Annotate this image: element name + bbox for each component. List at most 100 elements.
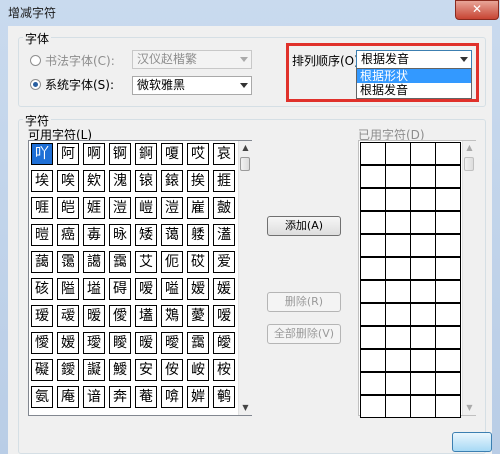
char-cell[interactable]: 峖: [187, 359, 209, 381]
system-font-select[interactable]: 微软雅黑: [132, 76, 252, 95]
char-cell[interactable]: 阿: [57, 143, 79, 165]
scroll-thumb[interactable]: [464, 157, 474, 171]
used-char-cell[interactable]: [410, 280, 436, 303]
used-char-cell[interactable]: [360, 303, 386, 326]
used-char-cell[interactable]: [410, 349, 436, 372]
char-cell[interactable]: 嗌: [161, 278, 183, 300]
char-cell[interactable]: 娾: [83, 197, 105, 219]
char-cell[interactable]: 隘: [57, 278, 79, 300]
add-button[interactable]: 添加(A): [267, 216, 341, 236]
used-chars-grid[interactable]: ▲ ▼: [358, 140, 476, 418]
scroll-down-icon[interactable]: ▼: [463, 401, 476, 415]
char-cell[interactable]: 哀: [213, 143, 235, 165]
char-cell[interactable]: 璦: [83, 332, 105, 354]
char-cell[interactable]: 霭: [57, 251, 79, 273]
used-char-cell[interactable]: [360, 395, 386, 418]
scroll-up-icon[interactable]: ▲: [463, 141, 476, 155]
char-cell[interactable]: 桉: [213, 359, 235, 381]
char-cell[interactable]: 暟: [31, 224, 53, 246]
char-cell[interactable]: 安: [135, 359, 157, 381]
used-char-cell[interactable]: [410, 372, 436, 395]
char-cell[interactable]: 矮: [135, 224, 157, 246]
ok-button[interactable]: [452, 432, 492, 452]
char-cell[interactable]: 谙: [83, 386, 105, 408]
used-char-cell[interactable]: [435, 280, 461, 303]
char-cell[interactable]: 譺: [83, 359, 105, 381]
used-char-cell[interactable]: [410, 188, 436, 211]
used-char-cell[interactable]: [360, 372, 386, 395]
char-cell[interactable]: 庵: [57, 386, 79, 408]
used-char-cell[interactable]: [360, 165, 386, 188]
char-cell[interactable]: 嗳: [135, 278, 157, 300]
char-cell[interactable]: 皑: [57, 197, 79, 219]
char-cell[interactable]: 嫒: [187, 278, 209, 300]
char-cell[interactable]: 癌: [57, 224, 79, 246]
used-char-cell[interactable]: [385, 395, 411, 418]
char-cell[interactable]: 啊: [83, 143, 105, 165]
char-cell[interactable]: 菴: [135, 386, 157, 408]
used-char-cell[interactable]: [435, 188, 461, 211]
used-char-cell[interactable]: [410, 303, 436, 326]
used-char-cell[interactable]: [435, 395, 461, 418]
calligraphy-font-select[interactable]: 汉仪赵楷繁: [132, 50, 252, 69]
used-char-cell[interactable]: [385, 211, 411, 234]
char-cell[interactable]: 壒: [135, 305, 157, 327]
char-cell[interactable]: 唉: [57, 170, 79, 192]
char-cell[interactable]: 鱫: [109, 359, 131, 381]
char-cell[interactable]: 啽: [161, 386, 183, 408]
char-cell[interactable]: 躷: [187, 224, 209, 246]
char-cell[interactable]: 靄: [109, 251, 131, 273]
used-char-cell[interactable]: [385, 257, 411, 280]
char-cell[interactable]: 捱: [213, 170, 235, 192]
char-cell[interactable]: 鎄: [161, 170, 183, 192]
char-cell[interactable]: 鴱: [161, 305, 183, 327]
char-cell[interactable]: 薆: [187, 305, 209, 327]
char-cell[interactable]: 鹌: [213, 386, 235, 408]
char-cell[interactable]: 侒: [161, 359, 183, 381]
used-char-cell[interactable]: [385, 349, 411, 372]
char-cell[interactable]: 溰: [109, 197, 131, 219]
delete-all-button[interactable]: 全部删除(V): [267, 324, 341, 344]
used-char-cell[interactable]: [410, 326, 436, 349]
used-char-cell[interactable]: [435, 303, 461, 326]
system-font-radio[interactable]: [30, 79, 41, 90]
calligraphy-font-radio[interactable]: [30, 55, 41, 66]
used-char-cell[interactable]: [410, 395, 436, 418]
char-cell[interactable]: 爱: [213, 251, 235, 273]
scroll-up-icon[interactable]: ▲: [239, 141, 252, 155]
used-char-cell[interactable]: [360, 188, 386, 211]
char-cell[interactable]: 锕: [109, 143, 131, 165]
char-cell[interactable]: 譪: [83, 251, 105, 273]
char-cell[interactable]: 挨: [187, 170, 209, 192]
used-char-cell[interactable]: [435, 142, 461, 165]
used-char-cell[interactable]: [410, 142, 436, 165]
char-cell[interactable]: 硋: [31, 278, 53, 300]
char-cell[interactable]: 艾: [135, 251, 157, 273]
char-cell[interactable]: 蔼: [161, 224, 183, 246]
char-cell[interactable]: 奔: [109, 386, 131, 408]
char-cell[interactable]: 鑀: [57, 359, 79, 381]
char-cell[interactable]: 溰: [161, 197, 183, 219]
char-cell[interactable]: 欸: [83, 170, 105, 192]
used-char-cell[interactable]: [360, 349, 386, 372]
char-cell[interactable]: 伌: [161, 251, 183, 273]
char-cell[interactable]: 濭: [213, 224, 235, 246]
used-char-cell[interactable]: [435, 349, 461, 372]
char-cell[interactable]: 瑷: [31, 305, 53, 327]
char-cell[interactable]: 啀: [31, 197, 53, 219]
used-char-cell[interactable]: [410, 211, 436, 234]
used-char-cell[interactable]: [360, 280, 386, 303]
used-char-cell[interactable]: [435, 326, 461, 349]
char-cell[interactable]: 氨: [31, 386, 53, 408]
close-button[interactable]: ✕: [455, 0, 499, 20]
char-cell[interactable]: 皧: [213, 332, 235, 354]
char-cell[interactable]: 皼: [213, 197, 235, 219]
used-char-cell[interactable]: [385, 165, 411, 188]
char-cell[interactable]: 懓: [31, 332, 53, 354]
used-char-cell[interactable]: [435, 257, 461, 280]
scroll-thumb[interactable]: [240, 157, 250, 171]
used-char-cell[interactable]: [435, 165, 461, 188]
used-char-cell[interactable]: [435, 372, 461, 395]
char-cell[interactable]: 塧: [83, 278, 105, 300]
char-cell[interactable]: 吖: [31, 143, 53, 165]
